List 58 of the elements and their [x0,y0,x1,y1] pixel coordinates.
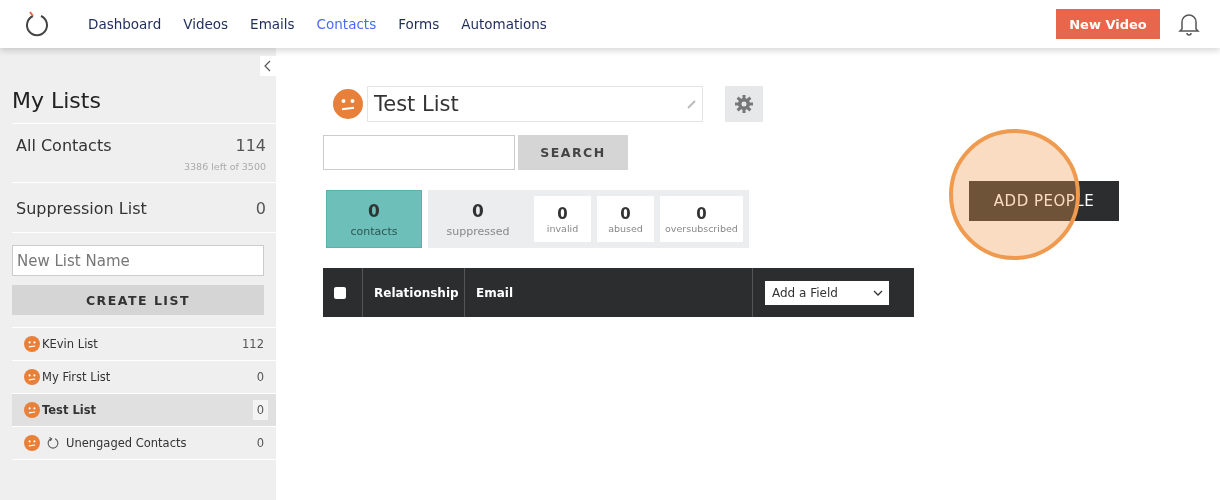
list-label[interactable]: All Contacts [16,136,112,155]
list-name: Unengaged Contacts [66,436,188,450]
list-count: 0 [255,435,265,452]
select-all-checkbox[interactable] [334,286,346,299]
list-count: 112 [241,336,265,353]
refresh-icon [46,436,60,450]
bell-icon[interactable] [1178,12,1200,36]
logo-icon[interactable] [24,11,50,37]
stat-label: suppressed [446,224,510,238]
stat-label: abused [608,222,643,234]
column-header[interactable]: Email [476,285,514,300]
list-count: 0 [255,199,266,218]
nav-link[interactable]: Automations [461,16,547,32]
quota-text: 3386 left of 3500 [184,161,266,172]
search-button[interactable]: SEARCH [518,135,628,170]
list-count: 114 [235,136,266,155]
list-name: Test List [42,403,98,417]
pencil-icon [686,99,696,109]
nav-link[interactable]: Emails [250,16,295,32]
nav-link[interactable]: Videos [183,16,229,32]
face-icon [24,402,40,418]
list-name: KEvin List [42,337,99,351]
stat-value: 0 [472,200,484,221]
stat-label: invalid [546,222,579,234]
stat-value: 0 [620,204,631,223]
list-item[interactable]: KEvin List 112 [12,328,276,361]
create-list-button[interactable]: CREATE LIST [12,285,264,315]
nav-link[interactable]: Contacts [316,16,377,32]
face-icon [24,369,40,385]
column-header[interactable]: Relationship [374,285,459,300]
stat-tab[interactable]: 0 contacts [326,190,422,248]
sidebar-title: My Lists [12,58,276,124]
new-list-field[interactable]: New List Name [12,245,264,276]
nav-link[interactable]: Dashboard [88,16,162,32]
list-name: My First List [42,370,112,384]
nav-link[interactable]: Forms [398,16,440,32]
stat-tab[interactable]: 0 suppressed [428,190,528,248]
face-icon [333,89,363,119]
settings-button[interactable] [725,86,763,122]
stat-value: 0 [368,200,380,221]
stat-label: oversubscribed [665,222,738,234]
face-icon [24,336,40,352]
collapse-button[interactable] [260,56,276,76]
add-field-dropdown[interactable]: Add a Field [765,280,889,305]
list-count: 0 [252,400,268,420]
chevron-down-icon [873,289,883,296]
list-count: 0 [255,369,265,386]
list-item[interactable]: Test List 0 [12,394,276,427]
gear-icon [734,94,754,114]
list-name-field[interactable]: Test List [367,86,703,122]
stat-value: 0 [557,204,568,223]
chevron-left-icon [264,60,272,72]
face-icon [24,435,40,451]
list-item[interactable]: Unengaged Contacts 0 [12,427,276,460]
stat-value: 0 [696,204,707,223]
stat-label: contacts [350,224,398,238]
search-field[interactable] [323,135,515,170]
list-label[interactable]: Suppression List [16,199,147,218]
